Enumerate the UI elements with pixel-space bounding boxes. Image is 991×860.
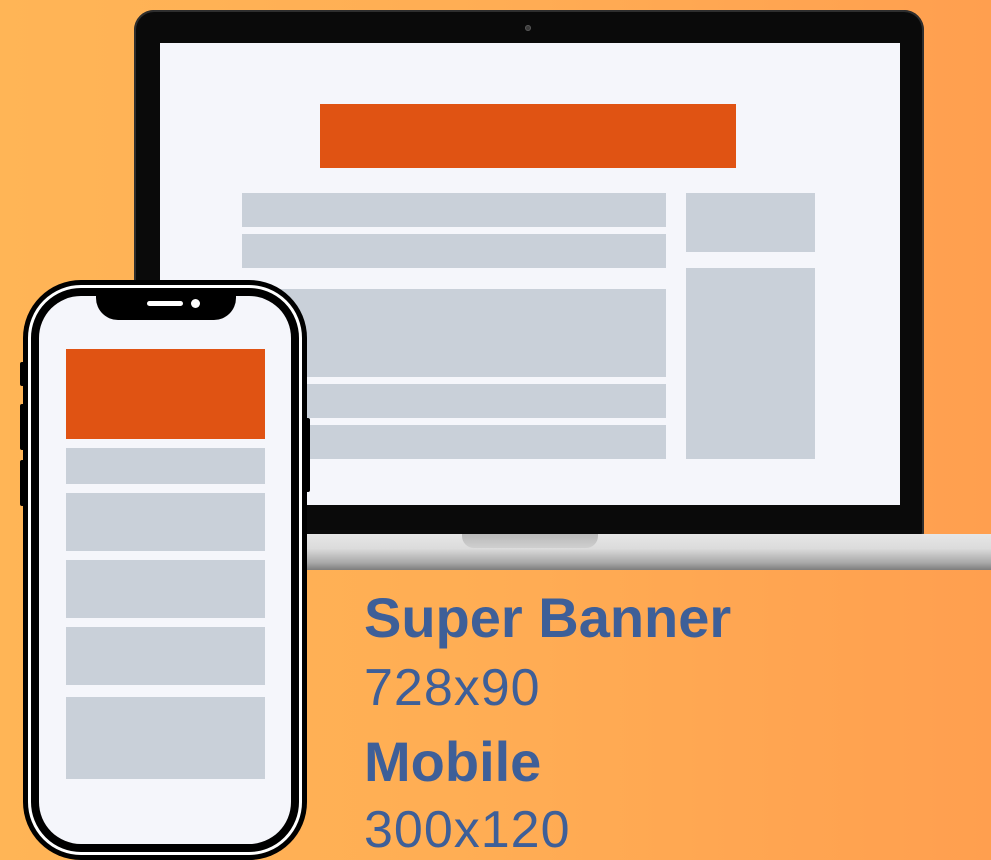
format-size-super-banner: 728x90 <box>364 659 541 717</box>
mobile-content-row <box>66 448 265 484</box>
mobile-content-block <box>66 560 265 618</box>
mobile-content-block <box>66 627 265 685</box>
mobile-content-block <box>66 697 265 779</box>
format-size-mobile: 300x120 <box>364 801 571 859</box>
phone-mockup <box>0 0 991 860</box>
phone-camera-icon <box>191 299 200 308</box>
mobile-banner-placeholder <box>66 349 265 439</box>
format-name-mobile: Mobile <box>364 730 542 793</box>
mobile-content-block <box>66 493 265 551</box>
phone-speaker-icon <box>147 301 183 306</box>
format-name-super-banner: Super Banner <box>364 586 732 649</box>
